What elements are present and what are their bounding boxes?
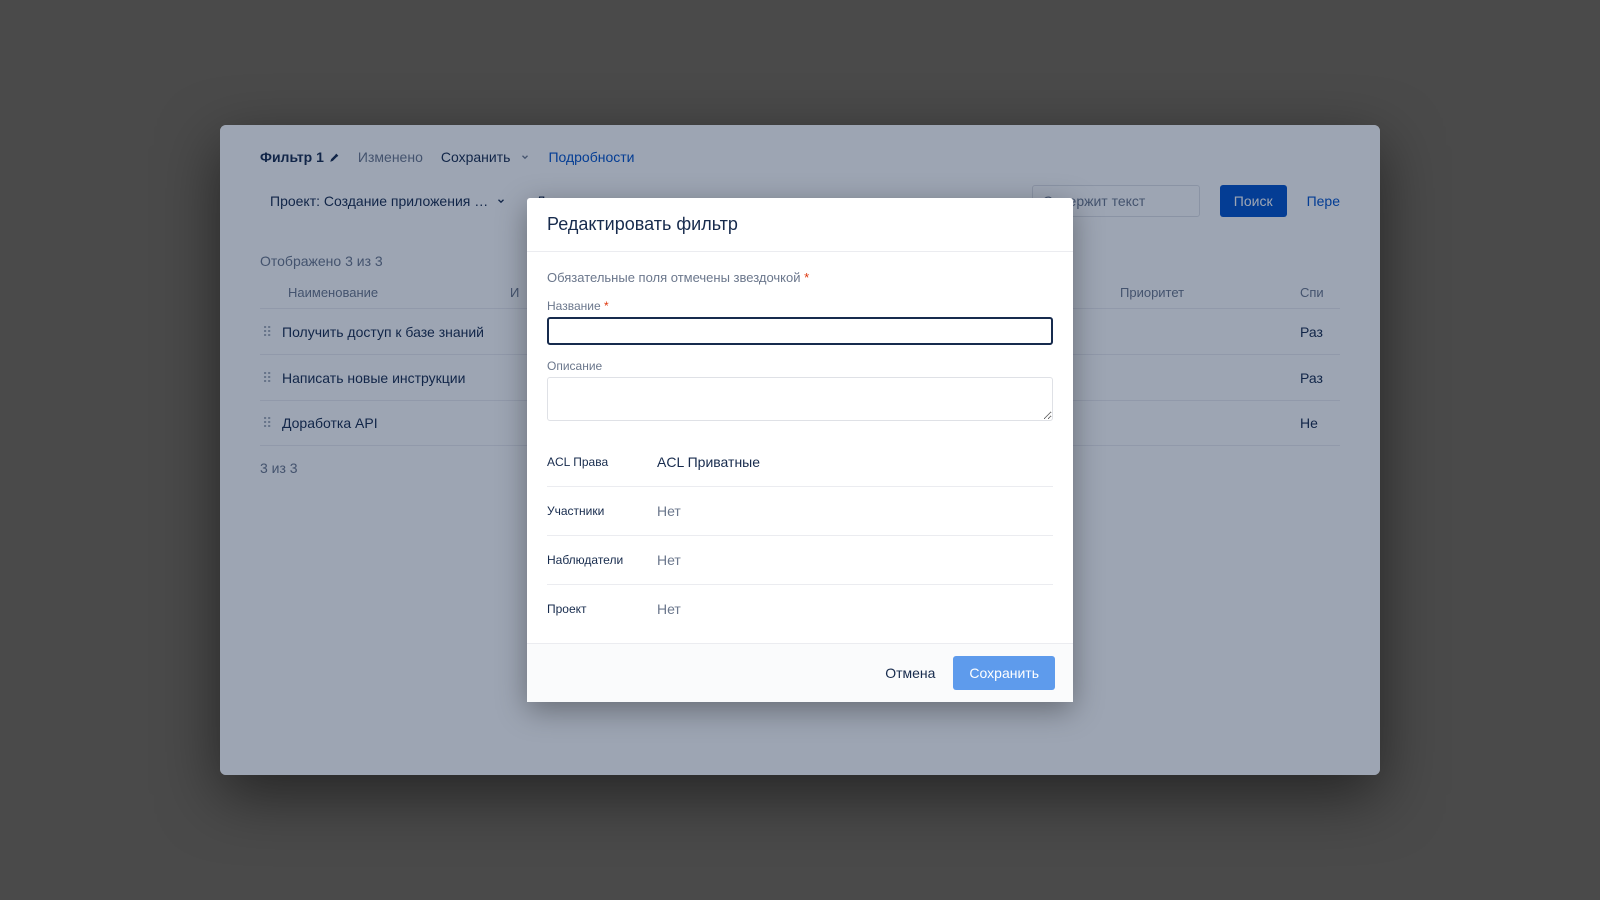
name-input[interactable] (547, 317, 1053, 345)
kv-row-acl[interactable]: ACL Права ACL Приватные (547, 438, 1053, 487)
kv-key: Наблюдатели (547, 553, 657, 567)
kv-row-watchers[interactable]: Наблюдатели Нет (547, 536, 1053, 585)
description-textarea[interactable] (547, 377, 1053, 421)
main-window: Фильтр 1 Изменено Сохранить Подробности … (220, 125, 1380, 775)
modal-footer: Отмена Сохранить (527, 643, 1073, 702)
save-button[interactable]: Сохранить (953, 656, 1055, 690)
modal-title: Редактировать фильтр (527, 198, 1073, 251)
required-hint: Обязательные поля отмечены звездочкой * (547, 270, 1053, 285)
required-hint-text: Обязательные поля отмечены звездочкой (547, 270, 801, 285)
name-label-text: Название (547, 299, 601, 313)
kv-key: Проект (547, 602, 657, 616)
kv-val: Нет (657, 552, 681, 568)
asterisk-icon: * (604, 299, 609, 313)
kv-row-project[interactable]: Проект Нет (547, 585, 1053, 633)
kv-val: Нет (657, 503, 681, 519)
modal-body: Обязательные поля отмечены звездочкой * … (527, 252, 1073, 643)
description-label: Описание (547, 359, 1053, 373)
cancel-button[interactable]: Отмена (885, 665, 935, 681)
kv-key: Участники (547, 504, 657, 518)
kv-key: ACL Права (547, 455, 657, 469)
kv-val: Нет (657, 601, 681, 617)
kv-list: ACL Права ACL Приватные Участники Нет На… (547, 438, 1053, 633)
kv-val: ACL Приватные (657, 454, 760, 470)
name-label: Название * (547, 299, 1053, 313)
kv-row-participants[interactable]: Участники Нет (547, 487, 1053, 536)
asterisk-icon: * (804, 270, 809, 285)
edit-filter-modal: Редактировать фильтр Обязательные поля о… (527, 198, 1073, 702)
